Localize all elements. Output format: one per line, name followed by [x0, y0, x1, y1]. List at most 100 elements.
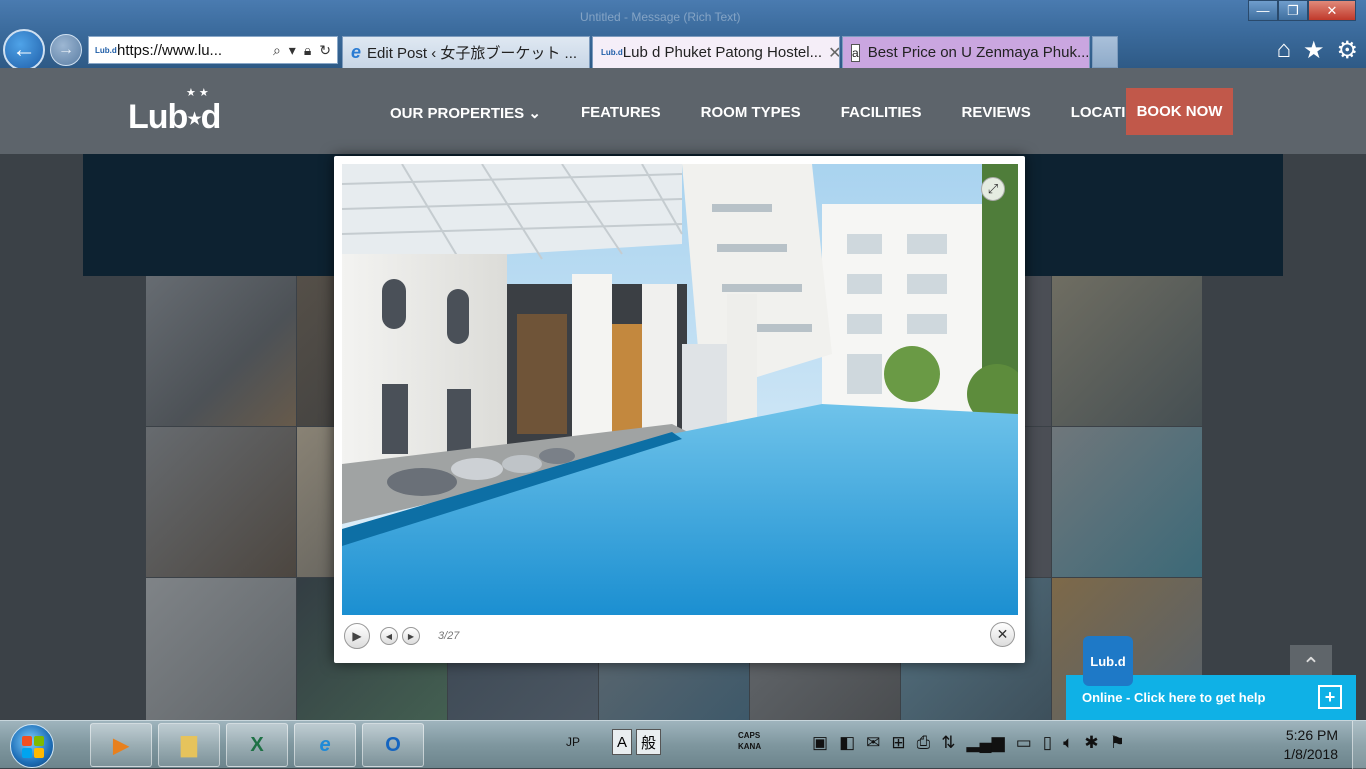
forward-button[interactable]: → [50, 34, 82, 66]
image-lightbox: ⤢ ▶ ◀ ▶ 3/27 ✕ [334, 156, 1025, 663]
tab-label: Lub d Phuket Patong Hostel... [622, 44, 823, 61]
ime-mode-kanji[interactable]: 般 [636, 729, 662, 755]
next-icon: ▶ [407, 631, 415, 641]
kana-label: KANA [738, 742, 762, 751]
site-header: Lub★d ★ ★ OUR PROPERTIES ⌄ FEATURES ROOM… [0, 68, 1366, 154]
restore-button[interactable]: ❐ [1278, 0, 1308, 21]
show-desktop-button[interactable] [1352, 721, 1366, 769]
logo-suffix: d [200, 98, 222, 136]
home-icon[interactable]: ⌂ [1276, 36, 1291, 65]
onenote-icon[interactable]: ◧ [839, 733, 855, 753]
back-button[interactable]: ← [3, 29, 45, 71]
amazon-icon: a [851, 43, 860, 62]
printer-icon[interactable]: ⎙ [917, 733, 931, 753]
action-center-flag-icon[interactable]: ⚑ [1110, 733, 1125, 753]
ime-bar: A 般 [612, 729, 662, 755]
forward-arrow-icon: → [58, 41, 74, 58]
gallery-thumb[interactable] [1052, 276, 1202, 426]
settings-gear-icon[interactable]: ⚙ [1336, 36, 1358, 65]
gallery-thumb[interactable] [1052, 427, 1202, 577]
system-clock[interactable]: 5:26 PM 1/8/2018 [1268, 726, 1339, 764]
battery-icon[interactable]: ▯ [1043, 733, 1052, 753]
close-lightbox-button[interactable]: ✕ [990, 622, 1015, 647]
chat-expand-button[interactable]: + [1318, 685, 1342, 709]
back-arrow-icon: ← [12, 36, 36, 63]
tray-app-icon[interactable]: ▣ [812, 733, 828, 753]
display-icon[interactable]: ▭ [1016, 733, 1032, 753]
windows-logo-icon [22, 736, 44, 758]
language-indicator[interactable]: JP [566, 735, 580, 749]
menu-facilities[interactable]: FACILITIES [841, 104, 922, 122]
address-url[interactable]: https://www.lu... [117, 42, 222, 59]
outlook-tray-icon[interactable]: ✉ [866, 733, 880, 753]
minimize-button[interactable]: — [1248, 0, 1278, 21]
browser-chrome: Untitled - Message (Rich Text) — ❐ ✕ ← →… [0, 0, 1366, 71]
prev-icon: ◀ [385, 631, 393, 641]
window-title: Untitled - Message (Rich Text) [580, 10, 741, 24]
gallery-thumb[interactable] [146, 427, 296, 577]
lubd-favicon-icon: Lub.d [601, 48, 623, 57]
next-button[interactable]: ▶ [402, 627, 420, 645]
gallery-thumb[interactable] [146, 578, 296, 728]
image-counter: 3/27 [438, 630, 460, 642]
browser-toolbar-icons: ⌂ ★ ⚙ [1276, 36, 1358, 65]
new-tab-button[interactable] [1092, 36, 1118, 68]
menu-reviews[interactable]: REVIEWS [962, 104, 1031, 122]
close-icon: ✕ [996, 626, 1009, 642]
logo-star-icon: ★ [187, 111, 201, 129]
favorites-star-icon[interactable]: ★ [1303, 36, 1325, 65]
play-icon: ▶ [352, 629, 362, 643]
file-explorer-icon[interactable]: ▇ [158, 723, 220, 767]
menu-room-types[interactable]: ROOM TYPES [701, 104, 801, 122]
system-tray: ▣ ◧ ✉ ⊞ ⎙ ⇅ ▂▄▆ ▭ ▯ 🔈︎ ✱ ⚑ [812, 733, 1125, 753]
tab-best-price[interactable]: a Best Price on U Zenmaya Phuk... [842, 36, 1090, 68]
network-bars-icon[interactable]: ▂▄▆ [966, 733, 1004, 753]
slideshow-controls: ▶ ◀ ▶ 3/27 [344, 623, 459, 649]
taskbar-apps: ▶ ▇ X e O [90, 723, 424, 767]
tab-strip: e Edit Post ‹ 女子旅ブーケット ... Lub.d Lub d P… [342, 36, 1118, 68]
chat-logo[interactable]: Lub.d [1083, 636, 1133, 686]
start-button[interactable] [10, 724, 54, 768]
outlook-icon[interactable]: O [362, 723, 424, 767]
plus-tray-icon[interactable]: ⊞ [891, 733, 905, 753]
window-controls: — ❐ ✕ [1248, 0, 1356, 21]
close-tab-icon[interactable]: ✕ [822, 43, 839, 63]
lock-icon[interactable]: 🔒︎ [304, 42, 311, 59]
antivirus-icon[interactable]: ✱ [1084, 733, 1098, 753]
refresh-icon[interactable]: ↻ [319, 42, 331, 59]
media-player-icon[interactable]: ▶ [90, 723, 152, 767]
logo-text: Lub [128, 98, 188, 136]
caps-label: CAPS [738, 731, 761, 740]
chat-label: Online - Click here to get help [1082, 690, 1266, 705]
logo-stars-icon: ★ ★ [186, 87, 209, 99]
site-logo[interactable]: Lub★d [128, 98, 222, 137]
menu-our-properties[interactable]: OUR PROPERTIES ⌄ [390, 104, 541, 122]
sync-icon[interactable]: ⇅ [941, 733, 955, 753]
search-icon[interactable]: ⌕ [273, 42, 281, 59]
close-window-button[interactable]: ✕ [1308, 0, 1356, 21]
expand-icon[interactable]: ⤢ [981, 177, 1005, 201]
lightbox-photo: ⤢ [342, 164, 1018, 615]
main-menu: OUR PROPERTIES ⌄ FEATURES ROOM TYPES FAC… [390, 104, 1148, 122]
pool-atrium-photo [342, 164, 1018, 615]
play-button[interactable]: ▶ [344, 623, 370, 649]
address-bar[interactable]: Lub.d https://www.lu... ⌕ ▾ 🔒︎ ↻ [88, 36, 338, 64]
lubd-favicon-icon: Lub.d [95, 45, 117, 55]
gallery-thumb[interactable] [146, 276, 296, 426]
previous-button[interactable]: ◀ [380, 627, 398, 645]
internet-explorer-icon[interactable]: e [294, 723, 356, 767]
menu-features[interactable]: FEATURES [581, 104, 661, 122]
clock-date: 1/8/2018 [1283, 746, 1339, 762]
caps-kana-indicator: CAPS KANA [738, 730, 761, 752]
ime-mode-a[interactable]: A [612, 729, 633, 755]
book-now-button[interactable]: BOOK NOW [1126, 88, 1233, 135]
ie-icon: e [351, 42, 362, 62]
excel-icon[interactable]: X [226, 723, 288, 767]
tab-edit-post[interactable]: e Edit Post ‹ 女子旅ブーケット ... [342, 36, 590, 68]
tab-label: Edit Post ‹ 女子旅ブーケット ... [367, 45, 578, 62]
windows-taskbar: ▶ ▇ X e O JP A 般 CAPS KANA ▣ ◧ ✉ ⊞ ⎙ ⇅ ▂… [0, 720, 1366, 769]
tab-lubd-phuket[interactable]: Lub.d Lub d Phuket Patong Hostel... ✕ [592, 36, 840, 68]
volume-icon[interactable]: 🔈︎ [1063, 733, 1073, 753]
clock-time: 5:26 PM [1285, 727, 1338, 743]
dropdown-icon[interactable]: ▾ [289, 42, 296, 59]
